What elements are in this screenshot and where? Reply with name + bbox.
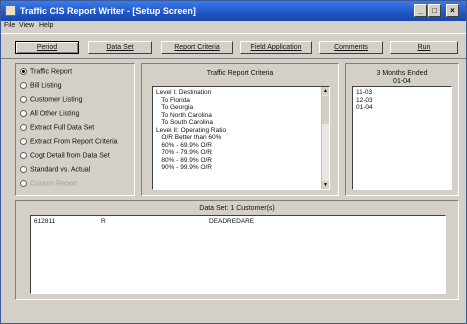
list-item[interactable]: To Florida [156,97,326,105]
months-list[interactable]: 11-03 12-03 01-04 [352,86,452,190]
months-sublabel: 01-04 [393,78,411,85]
radio-button[interactable] [20,96,27,103]
months-lines: 11-03 12-03 01-04 [353,87,451,114]
radio-customer-listing[interactable]: Customer Listing [20,96,83,107]
menu-bar: File View Help [1,21,466,32]
customer-id: 612811 [34,218,56,225]
radio-label: Extract Full Data Set [30,124,95,132]
list-item[interactable]: 90% - 99.9% O/R [156,164,326,172]
criteria-label: Traffic Report Criteria [206,70,274,77]
scroll-thumb[interactable] [322,96,329,124]
criteria-group: Traffic Report Criteria Level I: Destina… [141,63,339,196]
radio-label: Cogt Detail from Data Set [30,152,110,160]
table-row[interactable]: 612811 R DEADREDARE [31,216,445,225]
radio-extract-full-data-set[interactable]: Extract Full Data Set [20,124,94,135]
radio-custom-report: Custom Report [20,180,77,191]
window-title: Traffic CIS Report Writer - [Setup Scree… [20,6,196,16]
radio-button[interactable] [20,124,27,131]
field-application-button[interactable]: Field Application [240,41,312,54]
data-set-button[interactable]: Data Set [88,41,152,54]
data-set-label: Data Set: 1 Customer(s) [199,205,275,212]
radio-cogt-detail[interactable]: Cogt Detail from Data Set [20,152,110,163]
radio-button[interactable] [20,166,27,173]
app-window: Traffic CIS Report Writer - [Setup Scree… [0,0,467,324]
app-icon [5,5,16,16]
list-item[interactable]: To Georgia [156,104,326,112]
menu-help[interactable]: Help [39,22,53,29]
run-button[interactable]: Run [390,41,458,54]
radio-traffic-report[interactable]: Traffic Report [20,68,72,79]
criteria-list[interactable]: Level I: Destination To Florida To Georg… [152,86,330,190]
radio-bill-listing[interactable]: Bill Listing [20,82,62,93]
list-item[interactable]: 12-03 [356,97,448,105]
radio-button[interactable] [20,82,27,89]
data-set-list[interactable]: 612811 R DEADREDARE [30,215,446,294]
list-item[interactable]: 80% - 89.9% O/R [156,157,326,165]
comments-button[interactable]: Comments [319,41,383,54]
radio-label: Bill Listing [30,82,62,90]
customer-name: DEADREDARE [209,218,255,225]
radio-label: Custom Report [30,180,78,188]
list-item[interactable]: To South Carolina [156,119,326,127]
menu-file[interactable]: File [4,22,15,29]
minimize-icon[interactable]: _ [414,4,427,17]
report-type-group: Traffic Report Bill Listing Customer Lis… [15,63,135,196]
radio-label: Customer Listing [30,96,83,104]
title-bar[interactable]: Traffic CIS Report Writer - [Setup Scree… [1,1,466,21]
close-icon[interactable]: × [446,4,459,17]
data-set-group: Data Set: 1 Customer(s) 612811 R DEADRED… [15,200,459,300]
list-item[interactable]: 11-03 [356,89,448,97]
list-item[interactable]: 01-04 [356,104,448,112]
customer-code: R [101,218,106,225]
period-button[interactable]: Period [15,41,79,54]
list-item[interactable]: 60% - 69.9% O/R [156,142,326,150]
criteria-lines: Level I: Destination To Florida To Georg… [153,87,329,174]
radio-all-other-listing[interactable]: All Other Listing [20,110,79,121]
list-item[interactable]: 70% - 79.9% O/R [156,149,326,157]
radio-label: All Other Listing [30,110,80,118]
menu-view[interactable]: View [19,22,34,29]
months-label: 3 Months Ended [376,70,428,77]
toolbar: Period Data Set Report Criteria Field Ap… [1,33,466,59]
months-group: 3 Months Ended 01-04 11-03 12-03 01-04 [345,63,459,196]
radio-button[interactable] [20,68,27,75]
report-criteria-button[interactable]: Report Criteria [161,41,233,54]
radio-label: Standard vs. Actual [30,166,91,174]
radio-button[interactable] [20,110,27,117]
criteria-scrollbar[interactable]: ▲ ▼ [321,87,329,189]
radio-button[interactable] [20,138,27,145]
radio-label: Extract From Report Criteria [30,138,118,146]
list-item[interactable]: To North Carolina [156,112,326,120]
maximize-icon[interactable]: □ [428,4,441,17]
scroll-up-icon[interactable]: ▲ [322,87,329,95]
radio-standard-vs-actual[interactable]: Standard vs. Actual [20,166,90,177]
list-item[interactable]: O/R Better than 60% [156,134,326,142]
radio-label: Traffic Report [30,68,73,76]
scroll-down-icon[interactable]: ▼ [322,181,329,189]
list-item[interactable]: Level I: Destination [156,89,326,97]
list-item[interactable]: Level II: Operating Ratio [156,127,326,135]
radio-button [20,180,27,187]
radio-extract-from-criteria[interactable]: Extract From Report Criteria [20,138,118,149]
radio-button[interactable] [20,152,27,159]
